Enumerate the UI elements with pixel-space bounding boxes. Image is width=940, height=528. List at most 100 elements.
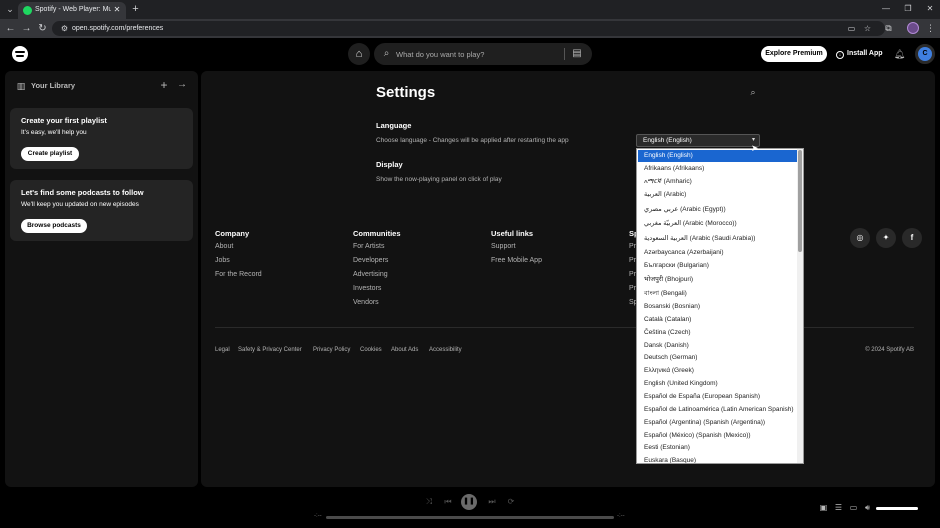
connect-device-icon[interactable]: ▭ [848, 502, 859, 513]
language-option[interactable]: Español (México) (Spanish (Mexico)) [638, 430, 797, 442]
language-option[interactable]: Eesti (Estonian) [638, 442, 797, 454]
maximize-icon[interactable]: ❐ [898, 2, 918, 16]
language-option[interactable]: Čeština (Czech) [638, 327, 797, 339]
dropdown-scrollbar[interactable] [797, 149, 803, 463]
language-option[interactable]: Bosanski (Bosnian) [638, 301, 797, 313]
legal-link[interactable]: Cookies [360, 347, 382, 353]
profile-icon[interactable] [907, 22, 919, 34]
extensions-icon[interactable]: ⧉ [882, 22, 895, 35]
language-option[interactable]: Afrikaans (Afrikaans) [638, 163, 797, 175]
legal-link[interactable]: Legal [215, 347, 230, 353]
forward-icon[interactable]: → [20, 22, 33, 35]
language-option[interactable]: Ελληνικά (Greek) [638, 365, 797, 377]
language-option[interactable]: Azərbaycanca (Azerbaijani) [638, 247, 797, 259]
tab-close-icon[interactable]: ✕ [112, 4, 122, 16]
language-option[interactable]: Español de Latinoamérica (Latin American… [638, 404, 797, 416]
next-icon[interactable]: ⏭ [486, 496, 498, 508]
queue-icon[interactable]: ☰ [833, 502, 844, 513]
explore-premium-button[interactable]: Explore Premium [761, 46, 827, 62]
footer-link[interactable]: Jobs [215, 257, 230, 264]
language-option[interactable]: English (United Kingdom) [638, 378, 797, 390]
language-option[interactable]: Euskara (Basque) [638, 455, 797, 463]
language-select[interactable]: English (English) ▾ [636, 134, 760, 147]
footer-link[interactable]: Investors [353, 285, 381, 292]
footer-link[interactable]: For Artists [353, 243, 385, 250]
back-icon[interactable]: ← [4, 22, 17, 35]
language-option[interactable]: Български (Bulgarian) [638, 260, 797, 272]
create-playlist-button[interactable]: Create playlist [21, 147, 79, 161]
search-icon[interactable]: ⌕ [747, 86, 759, 98]
search-input[interactable] [396, 48, 561, 60]
browser-menu-icon[interactable]: ⋮ [924, 22, 937, 35]
search-bar[interactable]: ⌕ ▤ [374, 43, 592, 65]
previous-icon[interactable]: ⏮ [442, 496, 454, 508]
footer-link[interactable]: Developers [353, 257, 388, 264]
footer-link[interactable]: Pr [629, 271, 636, 278]
spotify-logo-icon[interactable] [12, 46, 28, 62]
volume-icon[interactable]: 🔊︎ [862, 502, 873, 513]
twitter-icon[interactable]: ✦ [876, 228, 896, 248]
bookmark-star-icon[interactable]: ☆ [862, 23, 873, 34]
address-bar[interactable]: ⚙ open.spotify.com/preferences ▭ ☆ [52, 21, 885, 36]
window-close-icon[interactable]: ✕ [920, 2, 940, 16]
language-option[interactable]: Español (Argentina) (Spanish (Argentina)… [638, 417, 797, 429]
pause-button[interactable]: ❚❚ [461, 494, 477, 510]
footer-link[interactable]: For the Record [215, 271, 262, 278]
minimize-icon[interactable]: — [876, 2, 896, 16]
footer-link[interactable]: Support [491, 243, 516, 250]
language-option[interactable]: العربية (Arabic) [638, 189, 797, 201]
browser-tab[interactable]: Spotify - Web Player: Music for everyone… [18, 2, 126, 19]
footer-link[interactable]: Vendors [353, 299, 379, 306]
library-title[interactable]: Your Library [31, 80, 75, 92]
browse-icon[interactable]: ▤ [570, 47, 584, 61]
legal-link[interactable]: Accessibility [429, 347, 462, 353]
site-info-icon[interactable]: ⚙ [59, 23, 70, 34]
language-option[interactable]: भोजपुरी (Bhojpuri) [638, 274, 797, 286]
language-option[interactable]: عربي مصري (Arabic (Egypt)) [638, 204, 797, 216]
spotify-favicon-icon [23, 6, 32, 15]
legal-link[interactable]: Safety & Privacy Center [238, 347, 302, 353]
footer-link[interactable]: Pr [629, 285, 636, 292]
card-title: Let's find some podcasts to follow [21, 188, 144, 197]
instagram-icon[interactable]: ◎ [850, 228, 870, 248]
footer-link[interactable]: Pr [629, 257, 636, 264]
language-option[interactable]: العربية السعودية (Arabic (Saudi Arabia)) [638, 233, 797, 245]
footer-link[interactable]: Free Mobile App [491, 257, 542, 264]
footer-link[interactable]: Advertising [353, 271, 388, 278]
language-option[interactable]: አማርኛ (Amharic) [638, 176, 797, 188]
language-option[interactable]: Español de España (European Spanish) [638, 391, 797, 403]
language-dropdown-list[interactable]: English (English) Afrikaans (Afrikaans) … [636, 148, 804, 464]
legal-link[interactable]: About Ads [391, 347, 418, 353]
library-icon[interactable]: ▥ [15, 80, 27, 92]
create-playlist-card: Create your first playlist It's easy, we… [10, 108, 193, 169]
footer-heading-communities: Communities [353, 229, 401, 238]
facebook-icon[interactable]: f [902, 228, 922, 248]
reload-icon[interactable]: ↻ [36, 22, 49, 35]
language-option[interactable]: Dansk (Danish) [638, 340, 797, 352]
shuffle-icon[interactable]: ⤨ [423, 496, 435, 508]
language-option[interactable]: العربيّة مغربي (Arabic (Morocco)) [638, 218, 797, 230]
progress-bar[interactable] [326, 516, 614, 519]
new-tab-icon[interactable]: + [129, 3, 142, 16]
repeat-icon[interactable]: ⟳ [505, 496, 517, 508]
browse-podcasts-button[interactable]: Browse podcasts [21, 219, 87, 233]
volume-slider[interactable] [876, 507, 918, 510]
cast-icon[interactable]: ▭ [846, 23, 857, 34]
url-text[interactable]: open.spotify.com/preferences [72, 23, 163, 34]
bell-icon[interactable]: 🔔︎ [893, 47, 906, 61]
footer-link[interactable]: Pr [629, 243, 636, 250]
home-button[interactable]: ⌂ [348, 43, 370, 65]
legal-link[interactable]: Privacy Policy [313, 347, 350, 353]
scrollbar-thumb[interactable] [798, 150, 802, 252]
footer-link[interactable]: About [215, 243, 233, 250]
language-option[interactable]: Català (Catalan) [638, 314, 797, 326]
install-app-button[interactable]: ↓ Install App [836, 47, 883, 61]
now-playing-view-icon[interactable]: ▣ [818, 502, 829, 513]
arrow-right-icon[interactable]: → [175, 78, 189, 92]
avatar[interactable]: C [915, 44, 935, 64]
language-option[interactable]: বাংলা (Bengali) [638, 288, 797, 300]
plus-icon[interactable]: + [157, 78, 171, 92]
tab-search-icon[interactable]: ⌄ [3, 3, 17, 16]
language-option[interactable]: Deutsch (German) [638, 352, 797, 364]
language-option[interactable]: English (English) [638, 150, 797, 162]
